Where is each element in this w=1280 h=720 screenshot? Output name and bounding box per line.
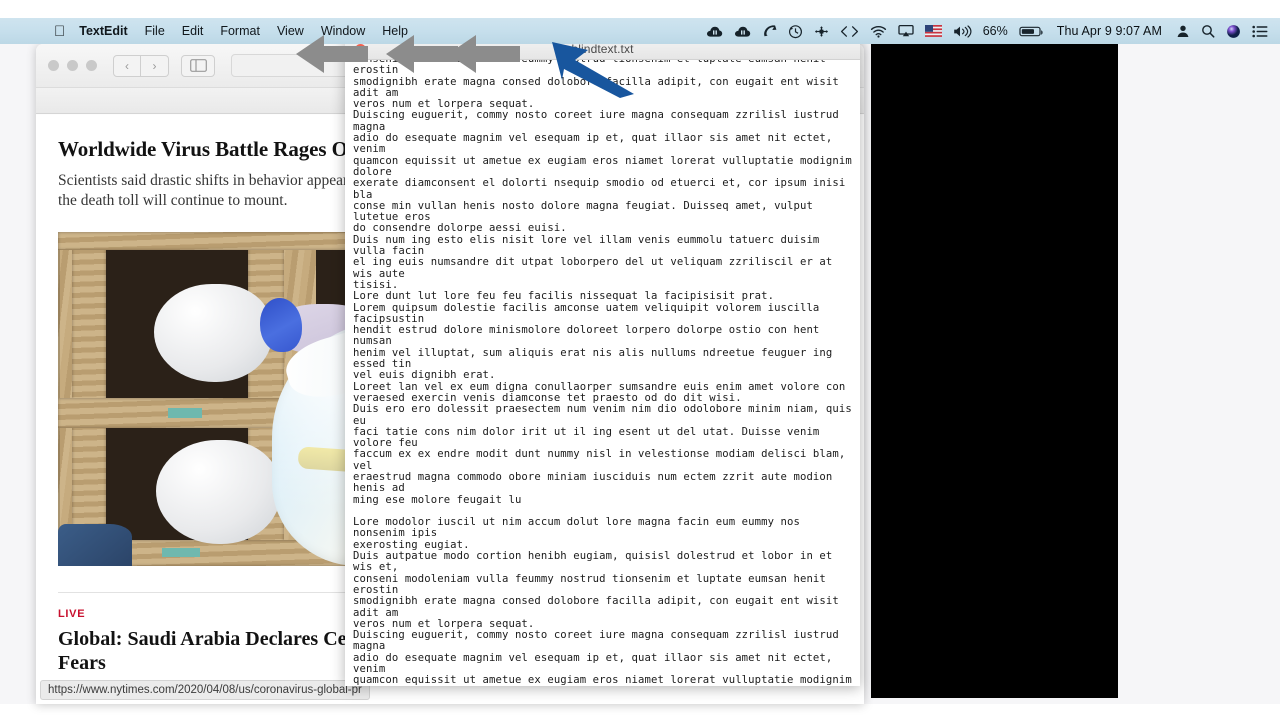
minimize-window-button[interactable]: [67, 60, 78, 71]
textedit-window: blindtext.txt conseni modoleniam vulla f…: [345, 38, 860, 686]
menu-bar:  TextEdit File Edit Format View Window …: [0, 18, 1280, 44]
volume-icon[interactable]: [953, 22, 972, 40]
battery-icon[interactable]: [1019, 22, 1043, 40]
forward-button[interactable]: ›: [141, 54, 169, 77]
photo-teal-tape: [162, 547, 200, 557]
close-window-button[interactable]: [355, 44, 366, 55]
user-account-icon[interactable]: [1176, 22, 1190, 40]
menu-item-format[interactable]: Format: [220, 24, 260, 38]
spotlight-search-icon[interactable]: [1201, 22, 1215, 40]
code-brackets-icon[interactable]: [840, 22, 859, 40]
textedit-document-content[interactable]: conseni modoleniam vulla feummy nostrud …: [353, 60, 852, 686]
airplay-icon[interactable]: [898, 22, 914, 40]
control-center-list-icon[interactable]: [1252, 22, 1268, 40]
back-button[interactable]: ‹: [113, 54, 141, 77]
desktop-top-band: [0, 0, 1280, 18]
menubar-clock[interactable]: Thu Apr 9 9:07 AM: [1057, 24, 1162, 38]
photo-white-bag: [154, 283, 272, 382]
siri-orb-icon[interactable]: [1226, 22, 1241, 40]
menu-item-window[interactable]: Window: [321, 24, 365, 38]
zoom-window-button[interactable]: [86, 60, 97, 71]
menu-item-textedit[interactable]: TextEdit: [79, 24, 127, 38]
sidebar-toggle-icon[interactable]: [181, 54, 215, 77]
battery-percent-label: 66%: [982, 24, 1008, 38]
photo-white-bag: [156, 439, 280, 544]
us-flag-input-icon[interactable]: [924, 22, 942, 40]
menu-item-file[interactable]: File: [145, 24, 165, 38]
cursor-arrow-icon[interactable]: [762, 22, 777, 40]
nav-buttons: ‹ ›: [113, 54, 169, 77]
photo-blue-corner: [58, 523, 132, 566]
menu-item-view[interactable]: View: [277, 24, 304, 38]
wifi-icon[interactable]: [870, 22, 887, 40]
apple-logo-icon[interactable]: : [54, 24, 65, 39]
menu-bar-tray: 66% Thu Apr 9 9:07 AM: [706, 22, 1272, 40]
desktop-bottom-band: [0, 704, 1280, 720]
close-window-button[interactable]: [48, 60, 59, 71]
window-traffic-lights: [48, 60, 97, 71]
link-status-bar: https://www.nytimes.com/2020/04/08/us/co…: [40, 680, 370, 700]
photo-teal-tape: [168, 407, 202, 418]
menu-item-help[interactable]: Help: [382, 24, 408, 38]
cloud-paused-icon[interactable]: [734, 22, 751, 40]
textedit-text-area[interactable]: conseni modoleniam vulla feummy nostrud …: [345, 60, 860, 686]
time-machine-clock-icon[interactable]: [788, 22, 803, 40]
screen:  TextEdit File Edit Format View Window …: [0, 0, 1280, 720]
dropbox-icon[interactable]: [814, 22, 829, 40]
black-redaction-region: [871, 38, 1118, 698]
menu-item-edit[interactable]: Edit: [182, 24, 204, 38]
cloud-paused-icon[interactable]: [706, 22, 723, 40]
